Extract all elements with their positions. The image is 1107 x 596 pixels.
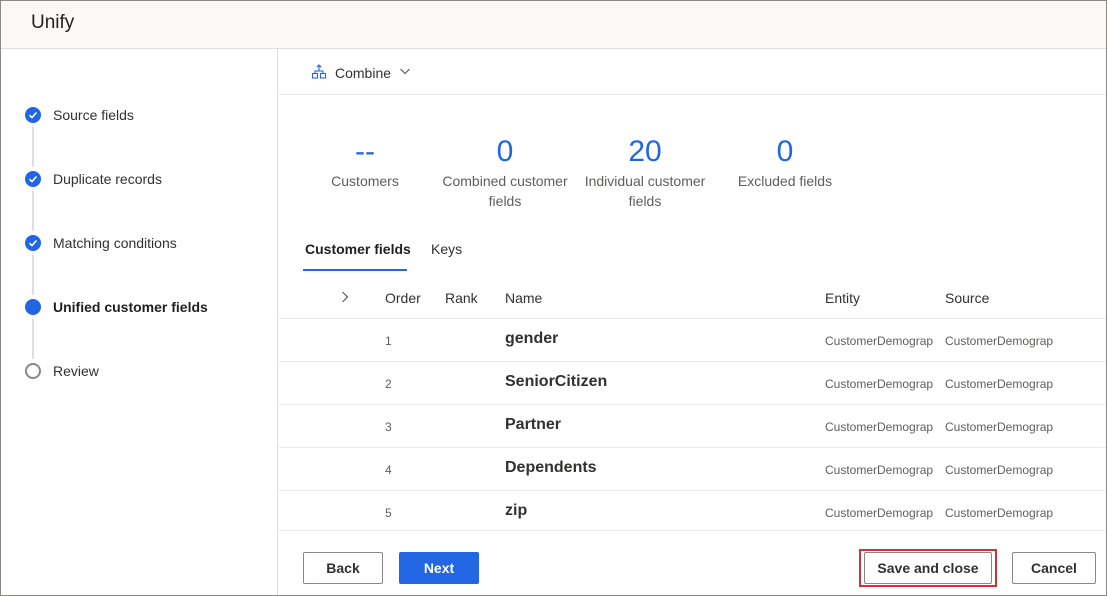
stat-value: -- xyxy=(355,135,375,168)
current-step-icon xyxy=(25,299,41,315)
step-connector xyxy=(32,319,34,359)
table-row[interactable]: 4 Dependents CustomerDemograp CustomerDe… xyxy=(279,448,1106,491)
step-duplicate-records[interactable]: Duplicate records xyxy=(1,167,278,191)
combine-icon xyxy=(311,63,327,84)
cell-entity: CustomerDemograp xyxy=(825,420,934,434)
column-header-name[interactable]: Name xyxy=(505,290,542,306)
stat-value: 0 xyxy=(496,135,514,168)
table-header: Order Rank Name Entity Source xyxy=(279,275,1106,319)
cell-order: 1 xyxy=(385,334,392,348)
step-label: Review xyxy=(53,363,99,379)
cell-name: Partner xyxy=(505,416,562,433)
stat-value: 20 xyxy=(628,135,662,168)
cell-entity: CustomerDemograp xyxy=(825,377,934,391)
steps-sidebar: Source fields Duplicate records Matching… xyxy=(1,49,278,595)
cell-source: CustomerDemograp xyxy=(945,506,1054,520)
tab-strip: Customer fields Keys xyxy=(279,229,1106,273)
combine-button[interactable]: Combine xyxy=(311,62,411,84)
step-unified-customer-fields[interactable]: Unified customer fields xyxy=(1,295,278,319)
cell-name: Dependents xyxy=(505,459,597,476)
stats-summary: -- Customers 0 Combined customer fields … xyxy=(279,95,1106,227)
app-title: Unify xyxy=(31,12,75,33)
step-connector xyxy=(32,191,34,231)
step-matching-conditions[interactable]: Matching conditions xyxy=(1,231,278,255)
cell-source: CustomerDemograp xyxy=(945,420,1054,434)
cell-order: 3 xyxy=(385,420,392,434)
stat-value: 0 xyxy=(776,135,794,168)
chevron-down-icon xyxy=(399,64,411,82)
customer-fields-table: Order Rank Name Entity Source 1 gender C… xyxy=(279,275,1106,530)
column-header-entity[interactable]: Entity xyxy=(825,290,860,306)
stat-label: Customers xyxy=(331,173,399,189)
step-review[interactable]: Review xyxy=(1,359,278,383)
cell-source: CustomerDemograp xyxy=(945,334,1054,348)
table-row[interactable]: 1 gender CustomerDemograp CustomerDemogr… xyxy=(279,319,1106,362)
command-bar: Combine xyxy=(279,49,1106,95)
check-circle-icon xyxy=(25,171,41,187)
cell-entity: CustomerDemograp xyxy=(825,506,934,520)
app-window: Unify Source fields Duplicate records Ma… xyxy=(0,0,1107,596)
cell-entity: CustomerDemograp xyxy=(825,463,934,477)
cell-name: zip xyxy=(505,502,528,519)
cancel-button[interactable]: Cancel xyxy=(1012,552,1096,584)
table-row[interactable]: 2 SeniorCitizen CustomerDemograp Custome… xyxy=(279,362,1106,405)
next-button[interactable]: Next xyxy=(399,552,479,584)
cell-source: CustomerDemograp xyxy=(945,463,1054,477)
back-button[interactable]: Back xyxy=(303,552,383,584)
cell-source: CustomerDemograp xyxy=(945,377,1054,391)
cell-name: SeniorCitizen xyxy=(505,373,608,390)
stat-individual-fields: 20 Individual customer fields xyxy=(565,137,725,211)
stat-label: Combined customer fields xyxy=(442,173,568,209)
step-connector xyxy=(32,255,34,295)
main-panel: Combine -- Customers 0 Combined customer… xyxy=(279,49,1106,595)
step-label: Source fields xyxy=(53,107,134,123)
cell-order: 5 xyxy=(385,506,392,520)
check-circle-icon xyxy=(25,235,41,251)
column-header-rank[interactable]: Rank xyxy=(445,290,478,306)
title-bar: Unify xyxy=(1,1,1106,49)
table-row[interactable]: 3 Partner CustomerDemograp CustomerDemog… xyxy=(279,405,1106,448)
stat-excluded-fields: 0 Excluded fields xyxy=(705,137,865,191)
cell-order: 2 xyxy=(385,377,392,391)
tab-keys[interactable]: Keys xyxy=(431,241,462,257)
column-header-source[interactable]: Source xyxy=(945,290,989,306)
active-tab-indicator xyxy=(303,269,407,271)
stat-combined-fields: 0 Combined customer fields xyxy=(425,137,585,211)
column-header-order[interactable]: Order xyxy=(385,290,421,306)
tab-customer-fields[interactable]: Customer fields xyxy=(305,241,411,257)
step-label: Duplicate records xyxy=(53,171,162,187)
step-connector xyxy=(32,127,34,167)
stat-label: Excluded fields xyxy=(737,173,833,189)
step-source-fields[interactable]: Source fields xyxy=(1,103,278,127)
step-label: Matching conditions xyxy=(53,235,177,251)
cell-entity: CustomerDemograp xyxy=(825,334,934,348)
save-and-close-button[interactable]: Save and close xyxy=(864,552,992,584)
cell-name: gender xyxy=(505,330,559,347)
check-circle-icon xyxy=(25,107,41,123)
footer-actions: Back Next Save and close Cancel xyxy=(279,530,1106,595)
step-label: Unified customer fields xyxy=(53,299,208,315)
combine-label: Combine xyxy=(335,65,392,81)
cell-order: 4 xyxy=(385,463,392,477)
chevron-right-icon[interactable] xyxy=(339,289,351,305)
stat-label: Individual customer fields xyxy=(584,173,706,209)
stat-customers: -- Customers xyxy=(285,137,445,191)
empty-circle-icon xyxy=(25,363,41,379)
table-row[interactable]: 5 zip CustomerDemograp CustomerDemograp xyxy=(279,491,1106,534)
